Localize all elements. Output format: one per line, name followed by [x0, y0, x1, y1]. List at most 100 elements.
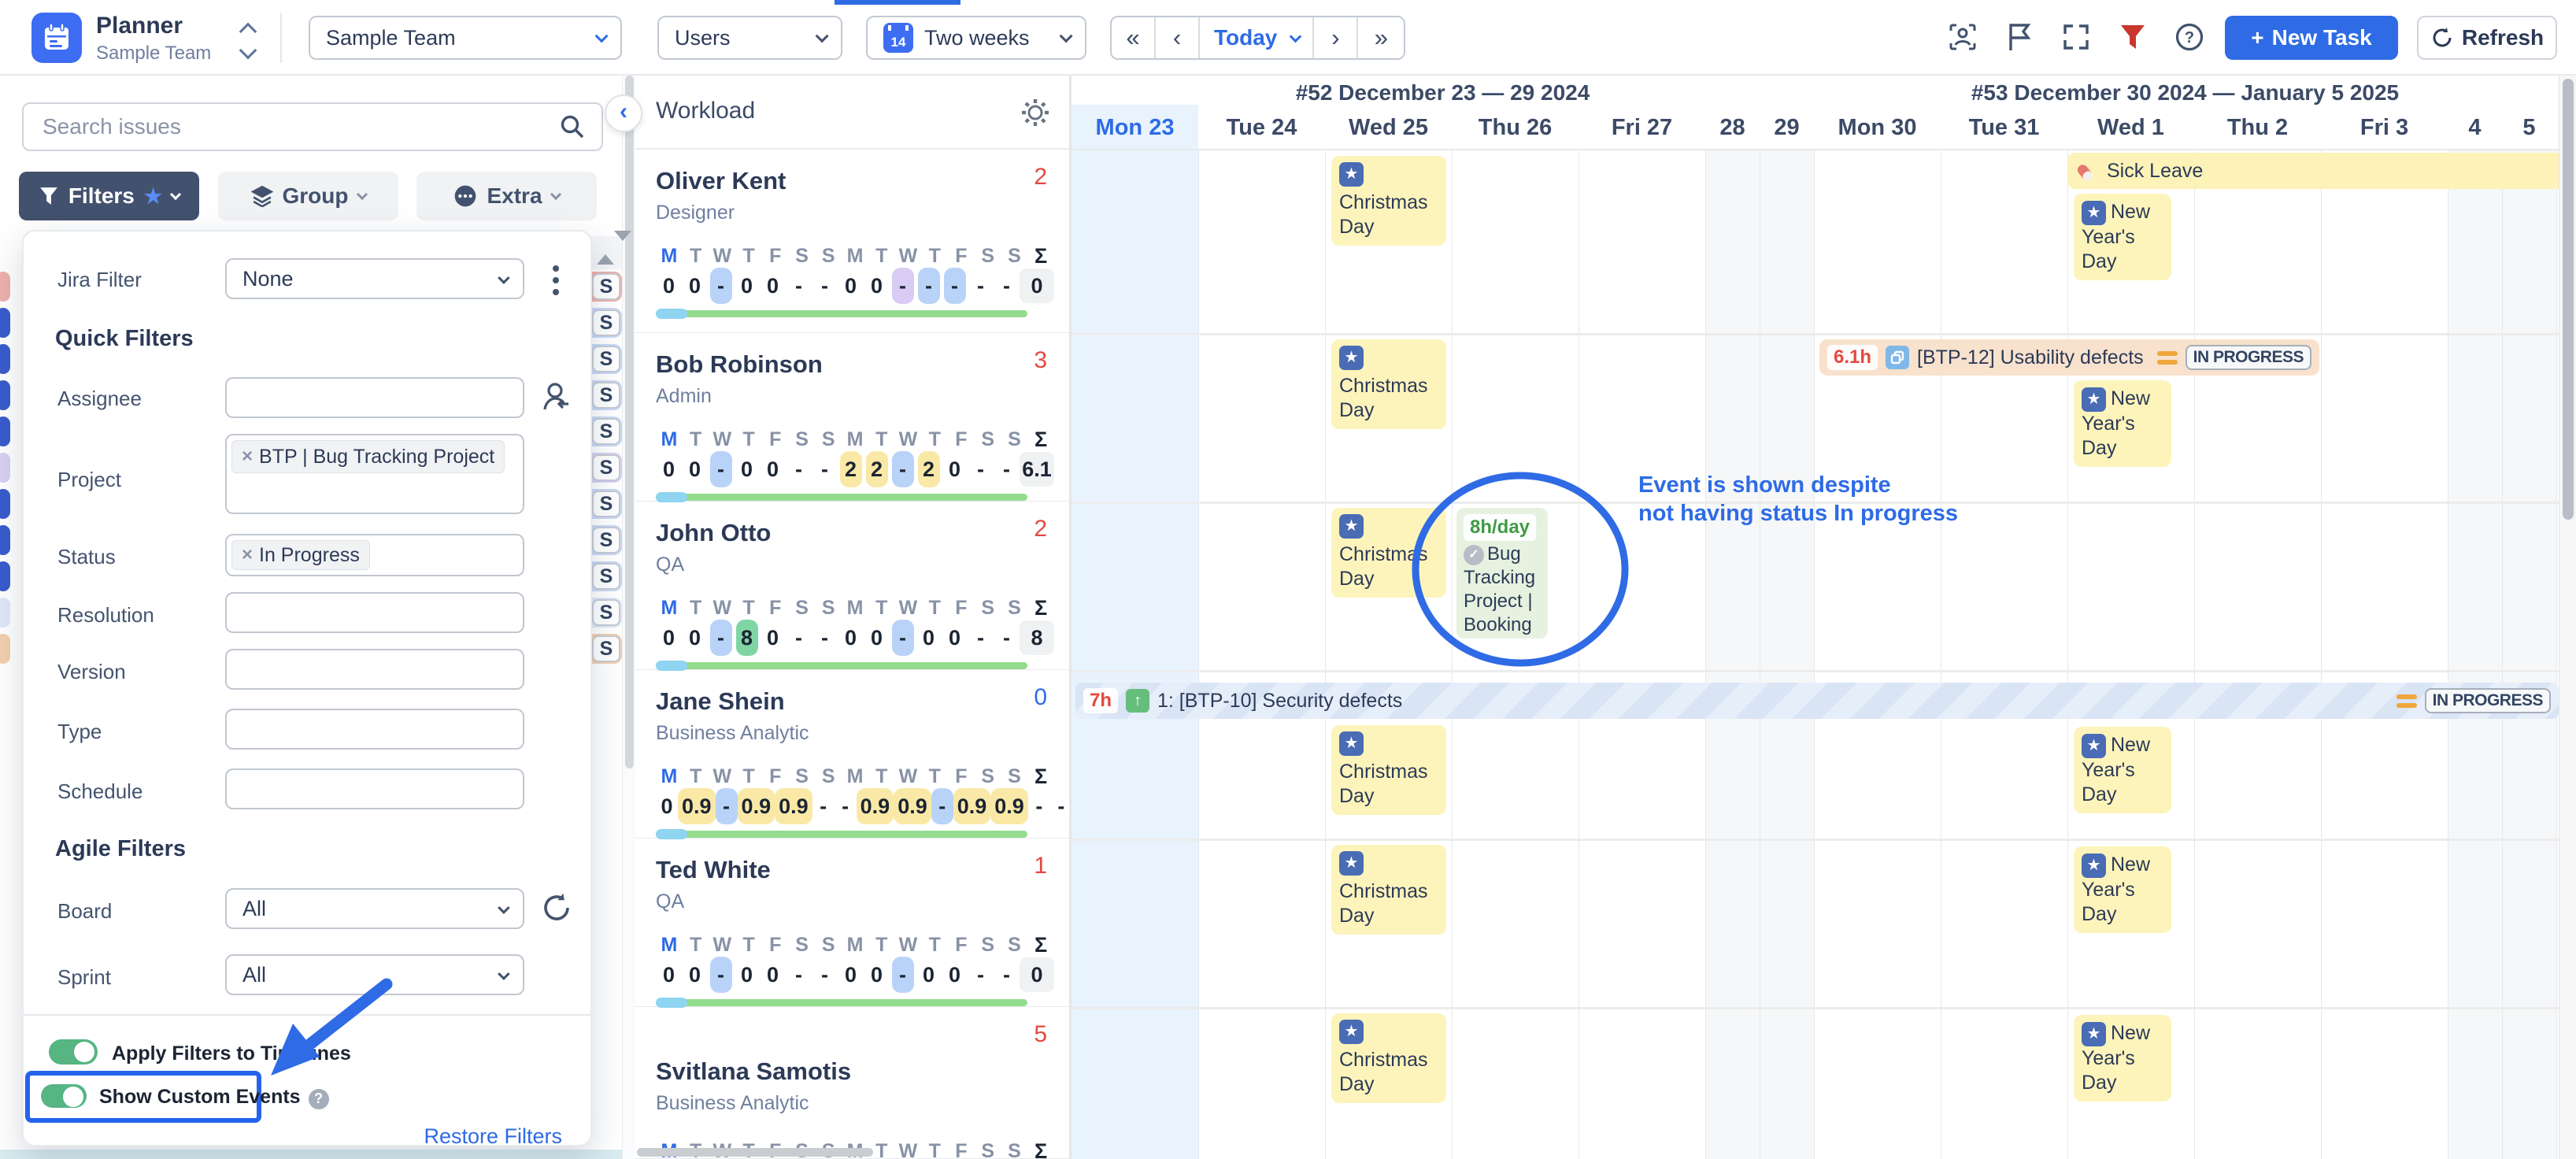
sick-leave-event[interactable]: Sick Leave	[2067, 153, 2576, 189]
kebab-menu-icon[interactable]	[553, 260, 559, 301]
issue-status-badge[interactable]: S	[592, 454, 620, 481]
workload-user-card[interactable]: Ted White1QAMTWTFSSMTWTFSSΣ00-00--00-00-…	[635, 839, 1069, 1007]
group-button[interactable]: Group	[218, 172, 398, 220]
refresh-button[interactable]: Refresh	[2417, 16, 2557, 60]
status-field[interactable]: ×In Progress	[225, 534, 524, 576]
holiday-event[interactable]: ★Christmas Day	[1331, 725, 1446, 815]
scope-icon[interactable]	[1946, 20, 1979, 54]
search-input[interactable]	[22, 102, 603, 151]
new-task-button[interactable]: + New Task	[2225, 16, 2398, 60]
day-header[interactable]: Thu 2	[2194, 107, 2321, 148]
search-icon[interactable]	[559, 113, 586, 144]
day-header[interactable]: Tue 24	[1198, 107, 1325, 148]
restore-filters-link[interactable]: Restore Filters	[424, 1124, 562, 1149]
day-value: -	[942, 268, 968, 304]
day-header[interactable]: 5	[2502, 107, 2556, 148]
range-select[interactable]: 14 Two weeks	[866, 16, 1086, 60]
help-icon[interactable]: ?	[2173, 20, 2206, 54]
team-stepper[interactable]	[236, 20, 260, 57]
fullscreen-icon[interactable]	[2060, 20, 2093, 54]
issue-status-badge[interactable]: S	[592, 527, 620, 554]
holiday-event[interactable]: ★Christmas Day	[1331, 845, 1446, 935]
issue-status-badge[interactable]: S	[592, 491, 620, 517]
holiday-event[interactable]: ★Christmas Day	[1331, 156, 1446, 246]
jira-filter-select[interactable]: None	[225, 258, 524, 299]
holiday-event[interactable]: ★New Year's Day	[2074, 1015, 2171, 1102]
holiday-event[interactable]: ★New Year's Day	[2074, 380, 2171, 467]
day-letter: M	[842, 765, 868, 789]
issue-status-badge[interactable]: S	[592, 599, 620, 626]
scrollbar-thumb[interactable]	[625, 76, 634, 768]
issue-status-badge[interactable]: S	[592, 309, 620, 336]
day-header[interactable]: Tue 31	[1941, 107, 2067, 148]
issue-status-badge[interactable]: S	[592, 418, 620, 445]
remove-chip-icon[interactable]: ×	[242, 446, 253, 468]
nav-next-button[interactable]: ›	[1314, 17, 1358, 58]
day-header[interactable]: Fri 27	[1579, 107, 1705, 148]
filters-button[interactable]: Filters ★	[19, 172, 199, 220]
holiday-event[interactable]: ★New Year's Day	[2074, 194, 2171, 280]
holiday-event[interactable]: ★New Year's Day	[2074, 727, 2171, 813]
day-header[interactable]: 28	[1705, 107, 1760, 148]
day-header[interactable]: 4	[2448, 107, 2502, 148]
gear-icon[interactable]	[1019, 96, 1052, 133]
pill-icon	[2075, 161, 2099, 181]
workload-user-card[interactable]: John Otto2QAMTWTFSSMTWTFSSΣ00-80--00-00-…	[635, 502, 1069, 670]
show-custom-events-toggle[interactable]	[41, 1084, 87, 1108]
filter-funnel-icon[interactable]	[2116, 20, 2149, 54]
day-header[interactable]: Wed 1	[2067, 107, 2194, 148]
issue-row-edge	[0, 308, 10, 338]
holiday-event[interactable]: ★Christmas Day	[1331, 1013, 1446, 1103]
view-mode-select[interactable]: Users	[657, 16, 842, 60]
extra-button[interactable]: Extra	[416, 172, 597, 220]
day-header[interactable]: Thu 26	[1452, 107, 1579, 148]
holiday-event[interactable]: ★New Year's Day	[2074, 846, 2171, 933]
planner-logo-icon[interactable]	[31, 13, 82, 63]
assignee-field[interactable]	[225, 377, 524, 418]
day-header[interactable]: Wed 25	[1325, 107, 1452, 148]
task-event[interactable]: 6.1h[BTP-12] Usability defectsIN PROGRES…	[1819, 339, 2319, 376]
issue-status-badge[interactable]: S	[592, 635, 620, 662]
issue-row-edge	[0, 344, 10, 374]
day-header[interactable]: Mon 23	[1071, 107, 1198, 148]
help-icon[interactable]: ?	[309, 1089, 329, 1109]
issue-status-badge[interactable]: S	[592, 563, 620, 590]
project-chip[interactable]: ×BTP | Bug Tracking Project	[231, 440, 505, 473]
team-select[interactable]: Sample Team	[309, 16, 622, 60]
project-field[interactable]: ×BTP | Bug Tracking Project	[225, 434, 524, 514]
nav-prev-button[interactable]: ‹	[1156, 17, 1200, 58]
assignee-user-icon[interactable]	[539, 380, 573, 418]
version-field[interactable]	[225, 649, 524, 690]
remove-chip-icon[interactable]: ×	[242, 544, 253, 566]
collapse-panel-button[interactable]: ‹	[605, 94, 642, 132]
issue-status-badge[interactable]: S	[592, 382, 620, 409]
chevron-down-icon	[356, 189, 367, 200]
nav-first-button[interactable]: «	[1112, 17, 1156, 58]
workload-user-card[interactable]: Bob Robinson3AdminMTWTFSSMTWTFSSΣ00-00--…	[635, 333, 1069, 502]
task-event-striped[interactable]: 7h↑1: [BTP-10] Security defectsIN PROGRE…	[1075, 683, 2559, 719]
apply-filters-toggle[interactable]	[49, 1039, 98, 1065]
today-button[interactable]: Today	[1200, 17, 1314, 58]
type-field[interactable]	[225, 709, 524, 750]
board-select[interactable]: All	[225, 888, 524, 929]
workload-user-card[interactable]: Jane Shein0Business AnalyticMTWTFSSMTWTF…	[635, 670, 1069, 839]
workload-user-card[interactable]: Oliver Kent2DesignerMTWTFSSMTWTFSSΣ00-00…	[635, 150, 1069, 333]
issue-status-badge[interactable]: S	[592, 346, 620, 372]
flag-icon[interactable]	[2003, 20, 2036, 54]
holiday-event[interactable]: ★Christmas Day	[1331, 339, 1446, 429]
scrollbar-thumb[interactable]	[2563, 79, 2574, 520]
schedule-field[interactable]	[225, 768, 524, 809]
nav-last-button[interactable]: »	[1358, 17, 1404, 58]
issue-status-badge[interactable]: S	[592, 273, 620, 300]
horizontal-scrollbar-thumb[interactable]	[637, 1148, 873, 1157]
day-header[interactable]: 29	[1760, 107, 1814, 148]
show-custom-events-label: Show Custom Events?	[99, 1086, 329, 1109]
sort-icon[interactable]	[597, 241, 631, 255]
day-header[interactable]: Mon 30	[1814, 107, 1941, 148]
day-letter: S	[975, 1139, 1001, 1159]
board-refresh-icon[interactable]	[540, 891, 573, 928]
workload-user-card[interactable]: Svitlana Samotis5Business AnalyticMTWTFS…	[635, 1007, 1069, 1159]
status-chip[interactable]: ×In Progress	[231, 540, 370, 570]
day-header[interactable]: Fri 3	[2321, 107, 2448, 148]
resolution-field[interactable]	[225, 592, 524, 633]
